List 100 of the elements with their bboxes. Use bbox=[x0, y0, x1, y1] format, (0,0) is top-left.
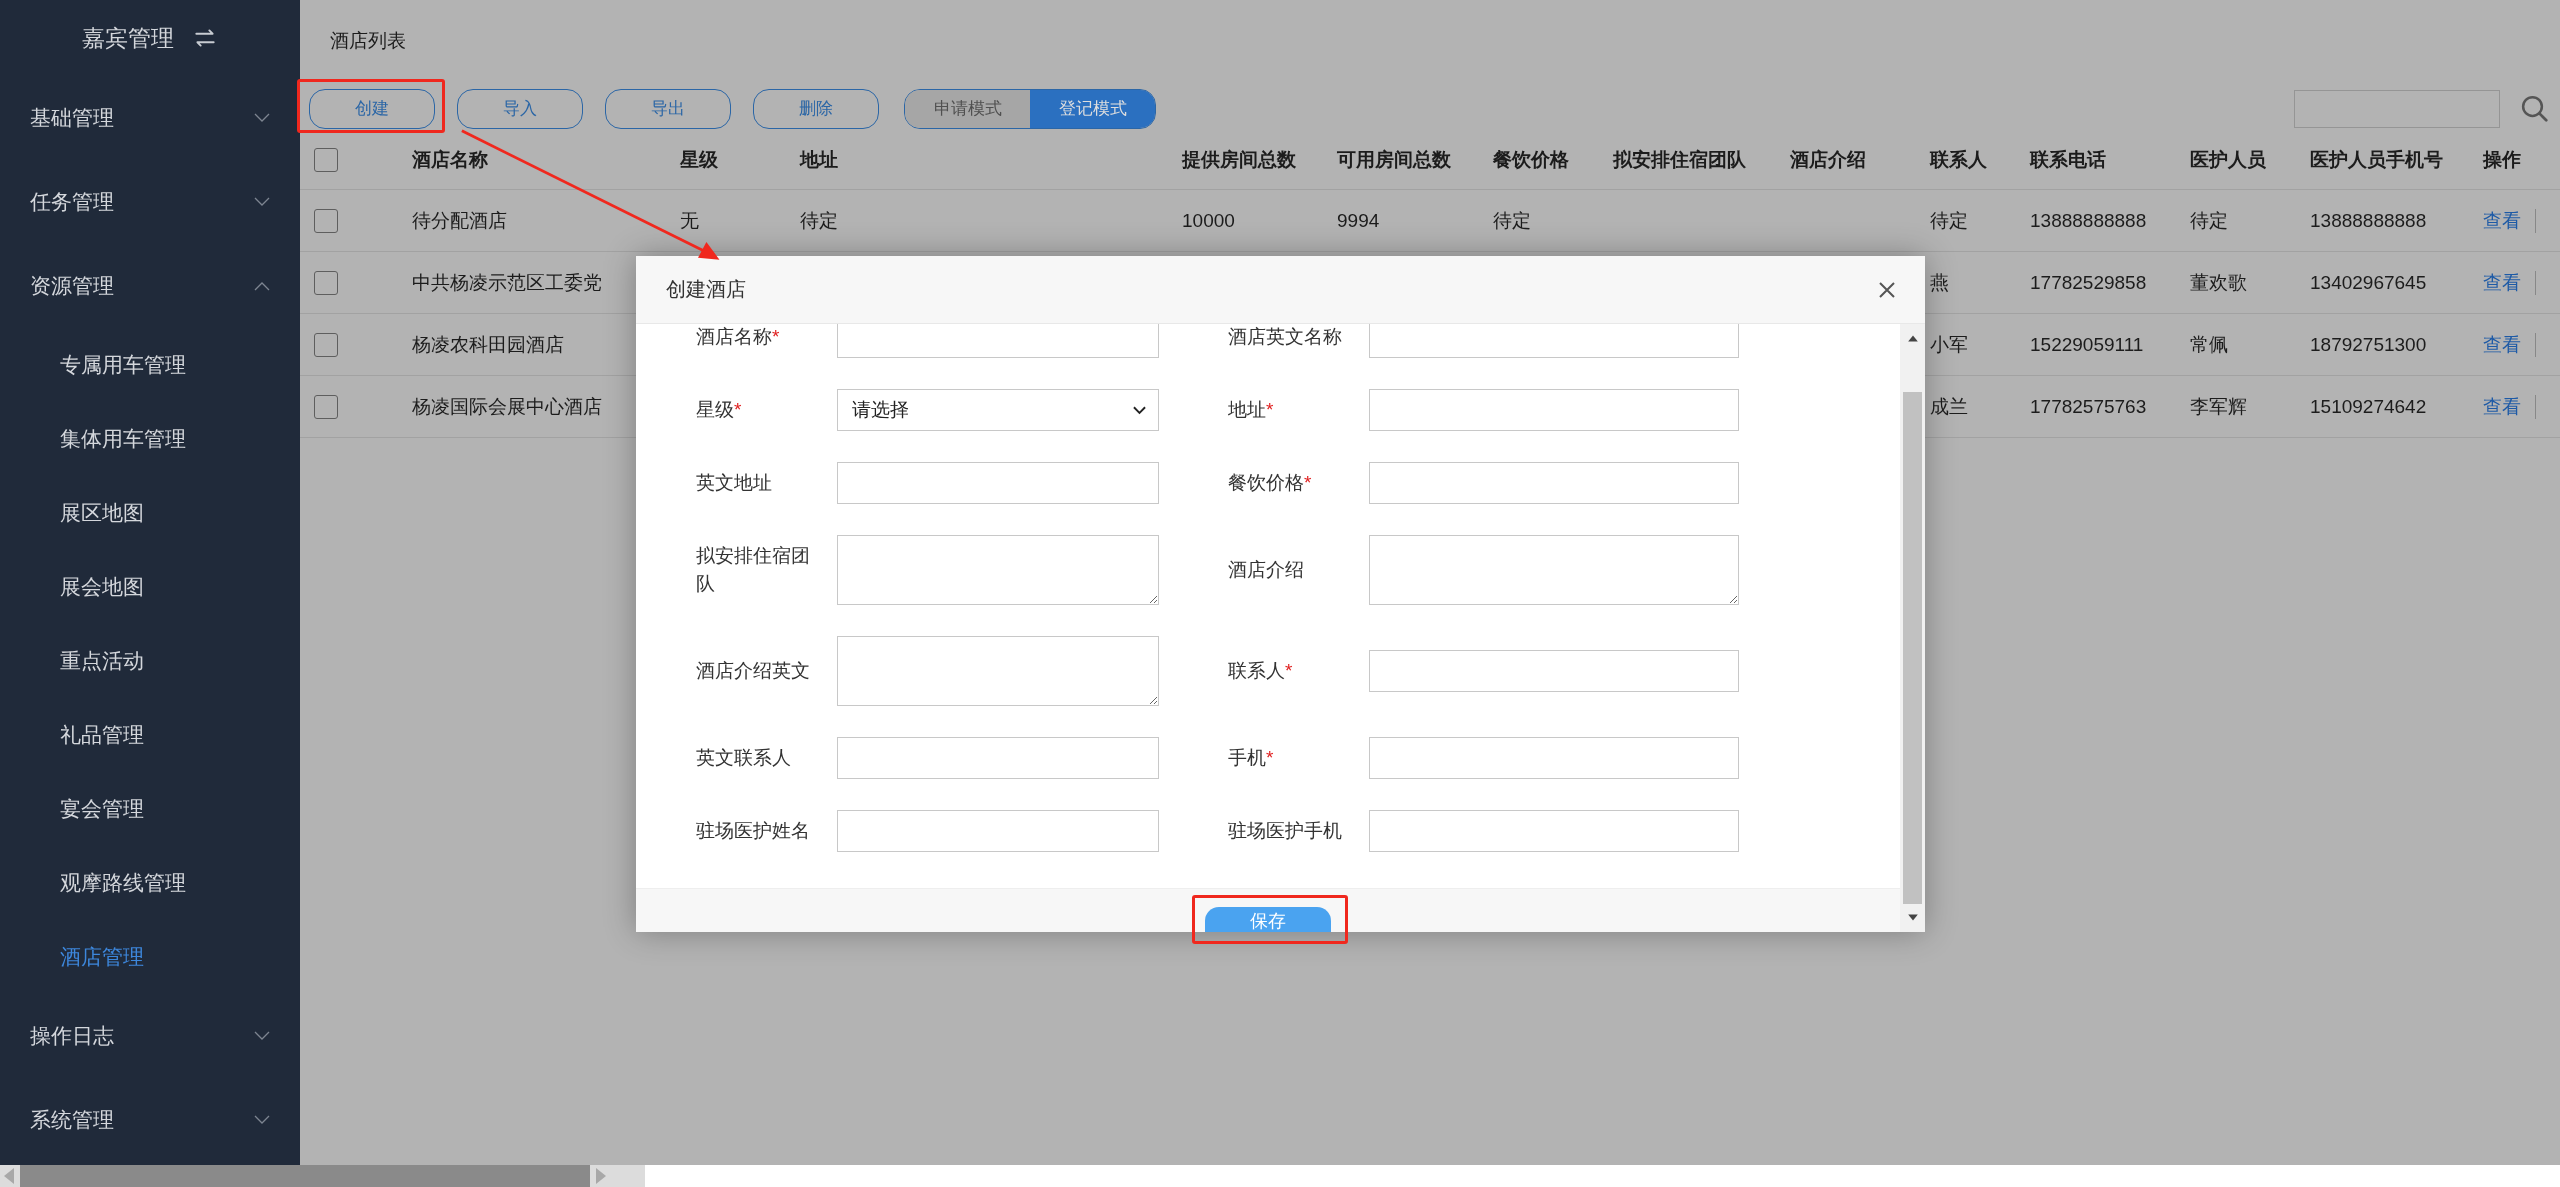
table-cell: 17782529858 bbox=[2030, 271, 2147, 294]
column-header: 提供房间总数 bbox=[1182, 148, 1296, 172]
menu-item[interactable]: 专属用车管理 bbox=[0, 328, 300, 402]
chevron-up-icon bbox=[254, 281, 270, 291]
page-title: 酒店列表 bbox=[329, 29, 407, 53]
input-field[interactable] bbox=[1369, 324, 1739, 358]
table-cell-text: 小军 bbox=[1930, 332, 1968, 357]
column-header: 操作 bbox=[2483, 148, 2521, 172]
checkbox[interactable] bbox=[314, 270, 338, 295]
field-label: 手机* bbox=[1228, 745, 1275, 770]
field-label: 英文联系人 bbox=[696, 745, 792, 770]
menu-item[interactable]: 基础管理 bbox=[0, 76, 300, 160]
menu-item[interactable]: 展会地图 bbox=[0, 550, 300, 624]
search-icon[interactable] bbox=[2520, 93, 2550, 124]
field-label: 联系人* bbox=[1228, 658, 1294, 683]
chevron-down-icon bbox=[1133, 405, 1146, 415]
input-field[interactable] bbox=[1369, 650, 1739, 692]
table-cell: 15109274642 bbox=[2310, 395, 2427, 418]
column-header: 地址 bbox=[800, 148, 838, 172]
field-label: 酒店名称* bbox=[696, 324, 781, 349]
column-header: 酒店名称 bbox=[412, 148, 488, 172]
menu-item[interactable]: 集体用车管理 bbox=[0, 402, 300, 476]
scrollbar-track[interactable] bbox=[1900, 324, 1925, 932]
column-header: 联系电话 bbox=[2030, 148, 2106, 172]
input-field[interactable] bbox=[1369, 462, 1739, 504]
chevron-down-icon bbox=[254, 197, 270, 207]
table-cell: 15229059111 bbox=[2030, 333, 2144, 356]
field-label: 驻场医护手机 bbox=[1228, 818, 1343, 843]
table-cell-text: 待定 bbox=[2190, 208, 2228, 233]
table-cell-text: 董欢歌 bbox=[2190, 270, 2247, 295]
field-label: 拟安排住宿团队 bbox=[696, 543, 811, 596]
field-label: 地址* bbox=[1228, 397, 1275, 422]
checkbox[interactable] bbox=[314, 332, 338, 357]
menu-item[interactable]: 重点活动 bbox=[0, 624, 300, 698]
select-field[interactable]: 请选择 bbox=[837, 389, 1159, 431]
table-cell-text: 待定 bbox=[1930, 208, 1968, 233]
table-cell-text: 常佩 bbox=[2190, 332, 2228, 357]
checkbox[interactable] bbox=[314, 148, 338, 172]
menu-item[interactable]: 酒店管理 bbox=[0, 920, 300, 994]
column-header: 拟安排住宿团队 bbox=[1613, 148, 1746, 172]
column-header: 星级 bbox=[680, 148, 718, 172]
table-cell: 10000 bbox=[1182, 209, 1235, 232]
table-cell-text: 燕 bbox=[1930, 270, 1949, 295]
field-label: 驻场医护姓名 bbox=[696, 818, 811, 843]
input-field[interactable] bbox=[837, 810, 1159, 852]
table-cell: 13888888888 bbox=[2030, 209, 2147, 232]
input-field[interactable] bbox=[837, 737, 1159, 779]
table-cell-text: 杨凌农科田园酒店 bbox=[412, 332, 564, 357]
input-field[interactable] bbox=[1369, 389, 1739, 431]
arrow-up-icon bbox=[1906, 333, 1919, 343]
dialog-title: 创建酒店 bbox=[666, 277, 746, 302]
menu-item[interactable]: 系统管理 bbox=[0, 1078, 300, 1162]
field-label: 英文地址 bbox=[696, 470, 773, 495]
field-label: 酒店介绍 bbox=[1228, 557, 1305, 582]
input-field[interactable] bbox=[1369, 737, 1739, 779]
field-label: 酒店英文名称 bbox=[1228, 324, 1343, 349]
column-header: 酒店介绍 bbox=[1790, 148, 1866, 172]
checkbox[interactable] bbox=[314, 208, 338, 233]
table-cell: 17782575763 bbox=[2030, 395, 2147, 418]
close-icon[interactable] bbox=[1877, 279, 1897, 300]
mode-tab[interactable]: 登记模式 bbox=[1030, 89, 1155, 128]
menu-item[interactable]: 礼品管理 bbox=[0, 698, 300, 772]
table-cell-text: 待定 bbox=[800, 208, 838, 233]
chevron-down-icon bbox=[254, 113, 270, 123]
chevron-down-icon bbox=[254, 1115, 270, 1125]
menu-item[interactable]: 展区地图 bbox=[0, 476, 300, 550]
text-area[interactable] bbox=[1369, 535, 1739, 605]
field-label: 酒店介绍英文 bbox=[696, 658, 811, 683]
search-field[interactable] bbox=[2294, 89, 2500, 128]
checkbox[interactable] bbox=[314, 394, 338, 419]
input-field[interactable] bbox=[1369, 810, 1739, 852]
table-cell: 13888888888 bbox=[2310, 209, 2427, 232]
table-cell: 18792751300 bbox=[2310, 333, 2427, 356]
input-field[interactable] bbox=[837, 462, 1159, 504]
app-title: 嘉宾管理 bbox=[82, 23, 174, 53]
menu-item[interactable]: 操作日志 bbox=[0, 994, 300, 1078]
menu-item[interactable]: 宴会管理 bbox=[0, 772, 300, 846]
table-cell: 9994 bbox=[1337, 209, 1380, 232]
column-header: 医护人员手机号 bbox=[2310, 148, 2443, 172]
field-label: 餐饮价格* bbox=[1228, 470, 1313, 495]
menu-item[interactable]: 资源管理 bbox=[0, 244, 300, 328]
table-cell-text: 中共杨凌示范区工委党 bbox=[412, 270, 602, 295]
text-area[interactable] bbox=[837, 535, 1159, 605]
table-cell-text: 无 bbox=[680, 208, 699, 233]
column-header: 联系人 bbox=[1930, 148, 1987, 172]
table-cell-text: 杨凌国际会展中心酒店 bbox=[412, 394, 602, 419]
text-area[interactable] bbox=[837, 636, 1159, 706]
column-header: 医护人员 bbox=[2190, 148, 2266, 172]
arrow-down-icon bbox=[1906, 913, 1919, 923]
table-cell-text: 李军辉 bbox=[2190, 394, 2247, 419]
field-label: 星级* bbox=[696, 397, 743, 422]
scrollbar-thumb[interactable] bbox=[1903, 392, 1922, 904]
column-header: 可用房间总数 bbox=[1337, 148, 1451, 172]
table-cell: 13402967645 bbox=[2310, 271, 2427, 294]
column-header: 餐饮价格 bbox=[1493, 148, 1569, 172]
table-cell-text: 待分配酒店 bbox=[412, 208, 507, 233]
input-field[interactable] bbox=[837, 324, 1159, 358]
table-cell-text: 待定 bbox=[1493, 208, 1531, 233]
menu-item[interactable]: 任务管理 bbox=[0, 160, 300, 244]
menu-item[interactable]: 观摩路线管理 bbox=[0, 846, 300, 920]
